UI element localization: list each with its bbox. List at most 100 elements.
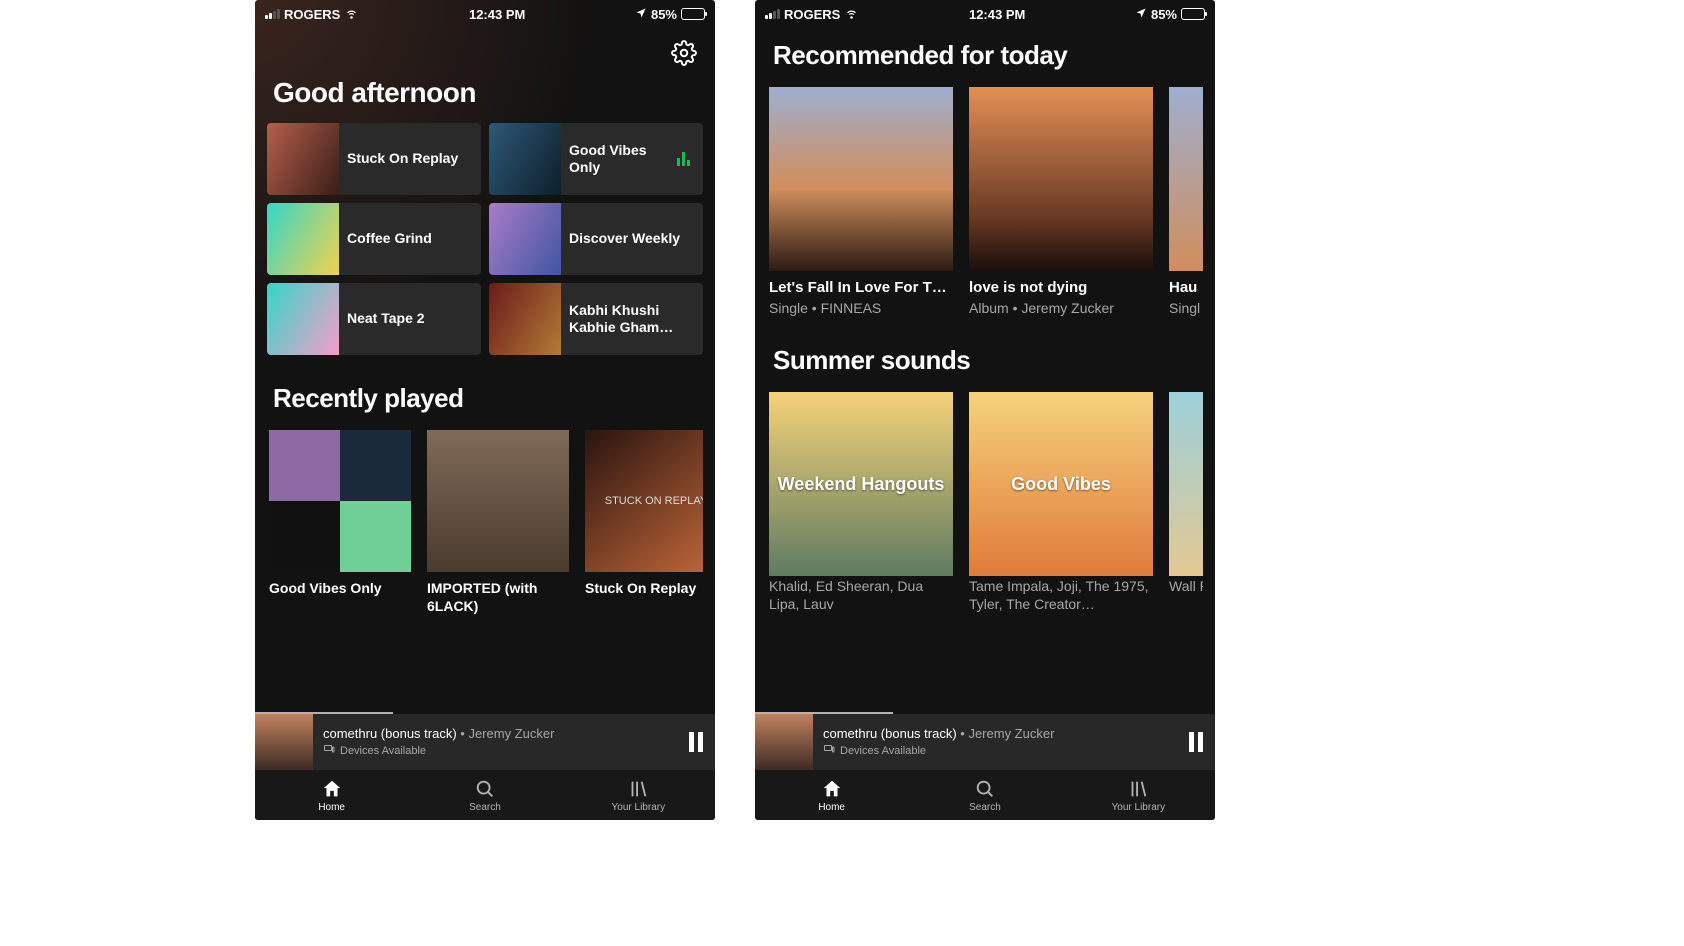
devices-label: Devices Available [840, 745, 926, 757]
album-art-icon [255, 713, 313, 771]
shortcut-label: Good Vibes Only [561, 142, 677, 177]
devices-icon [823, 743, 835, 758]
album-art-icon [755, 713, 813, 771]
shortcut-label: Coffee Grind [339, 230, 481, 248]
album-art-icon [269, 430, 411, 572]
devices-label: Devices Available [340, 745, 426, 757]
media-card[interactable]: Wall Pilot [1169, 392, 1203, 613]
phone-screen-right: ROGERS 12:43 PM 85% Recommended for toda… [755, 0, 1215, 820]
media-subtitle: Wall Pilot [1169, 578, 1203, 596]
media-card[interactable]: HauSingl [1169, 87, 1203, 317]
signal-icon [765, 9, 780, 19]
location-icon [635, 7, 647, 22]
media-subtitle: Single • FINNEAS [769, 300, 953, 318]
album-art-icon [489, 123, 561, 195]
recommended-row[interactable]: Let's Fall In Love For T…Single • FINNEA… [767, 87, 1203, 317]
battery-icon [681, 8, 705, 20]
shortcut-card[interactable]: Kabhi Khushi Kabhie Gham… [489, 283, 703, 355]
phone-screen-left: ROGERS 12:43 PM 85% Good afternoon Stuck… [255, 0, 715, 820]
tab-label: Home [818, 802, 845, 813]
media-card[interactable]: Let's Fall In Love For T…Single • FINNEA… [769, 87, 953, 317]
recommended-heading: Recommended for today [767, 28, 1203, 87]
tab-label: Your Library [1112, 802, 1166, 813]
album-art-icon [769, 87, 953, 271]
media-card[interactable]: Good Vibes Only [269, 430, 411, 615]
media-title: IMPORTED (with 6LACK) [427, 580, 569, 615]
carrier-label: ROGERS [784, 7, 840, 22]
media-card[interactable]: IMPORTED (with 6LACK) [427, 430, 569, 615]
progress-bar[interactable] [255, 712, 393, 714]
pause-button[interactable] [689, 732, 703, 752]
album-art-icon [489, 283, 561, 355]
tab-label: Home [318, 802, 345, 813]
shortcut-card[interactable]: Discover Weekly [489, 203, 703, 275]
shortcut-card[interactable]: Good Vibes Only [489, 123, 703, 195]
now-playing-indicator-icon [677, 152, 693, 166]
media-title: Good Vibes Only [269, 580, 411, 598]
media-title: love is not dying [969, 279, 1153, 298]
tab-home[interactable]: Home [755, 770, 908, 820]
tab-search[interactable]: Search [908, 770, 1061, 820]
album-art-icon [1169, 87, 1203, 271]
devices-icon [323, 743, 335, 758]
shortcut-card[interactable]: Coffee Grind [267, 203, 481, 275]
shortcut-label: Discover Weekly [561, 230, 703, 248]
tab-label: Search [469, 802, 501, 813]
shortcut-label: Stuck On Replay [339, 150, 481, 168]
media-card[interactable]: love is not dying Album • Jeremy Zucker [969, 87, 1153, 317]
recently-played-row[interactable]: Good Vibes Only IMPORTED (with 6LACK) ST… [267, 430, 703, 615]
media-card[interactable]: Good VibesTame Impala, Joji, The 1975, T… [969, 392, 1153, 613]
album-art-icon [489, 203, 561, 275]
now-playing-track: comethru (bonus track) [823, 726, 957, 741]
shortcut-label: Kabhi Khushi Kabhie Gham… [561, 302, 703, 337]
album-art-icon: Good Vibes [969, 392, 1153, 576]
summer-sounds-row[interactable]: Weekend HangoutsKhalid, Ed Sheeran, Dua … [767, 392, 1203, 613]
wifi-icon [844, 5, 859, 23]
now-playing-track: comethru (bonus track) [323, 726, 457, 741]
media-subtitle: Singl [1169, 300, 1203, 318]
signal-icon [265, 9, 280, 19]
recently-played-heading: Recently played [267, 355, 703, 430]
battery-percent: 85% [651, 7, 677, 22]
summer-sounds-heading: Summer sounds [767, 317, 1203, 392]
tab-library[interactable]: Your Library [562, 770, 715, 820]
battery-icon [1181, 8, 1205, 20]
pause-button[interactable] [1189, 732, 1203, 752]
media-subtitle: Tame Impala, Joji, The 1975, Tyler, The … [969, 578, 1153, 613]
tab-home[interactable]: Home [255, 770, 408, 820]
location-icon [1135, 7, 1147, 22]
shortcut-label: Neat Tape 2 [339, 310, 481, 328]
media-subtitle: Khalid, Ed Sheeran, Dua Lipa, Lauv [769, 578, 953, 613]
album-art-icon [267, 203, 339, 275]
media-card[interactable]: STUCK ON REPLAY Stuck On Replay [585, 430, 703, 615]
tab-bar: Home Search Your Library [755, 770, 1215, 820]
media-title: Stuck On Replay [585, 580, 703, 598]
shortcut-card[interactable]: Stuck On Replay [267, 123, 481, 195]
greeting-heading: Good afternoon [267, 71, 703, 123]
tab-bar: Home Search Your Library [255, 770, 715, 820]
album-art-icon [427, 430, 569, 572]
clock: 12:43 PM [859, 7, 1135, 22]
now-playing-bar[interactable]: comethru (bonus track) • Jeremy Zucker D… [755, 712, 1215, 770]
album-art-icon: STUCK ON REPLAY [585, 430, 703, 572]
status-bar: ROGERS 12:43 PM 85% [255, 0, 715, 28]
progress-bar[interactable] [755, 712, 893, 714]
shortcut-grid: Stuck On Replay Good Vibes Only Coffee G… [267, 123, 703, 355]
media-card[interactable]: Weekend HangoutsKhalid, Ed Sheeran, Dua … [769, 392, 953, 613]
clock: 12:43 PM [359, 7, 635, 22]
now-playing-bar[interactable]: comethru (bonus track) • Jeremy Zucker D… [255, 712, 715, 770]
shortcut-card[interactable]: Neat Tape 2 [267, 283, 481, 355]
album-art-icon [969, 87, 1153, 271]
tab-library[interactable]: Your Library [1062, 770, 1215, 820]
status-bar: ROGERS 12:43 PM 85% [755, 0, 1215, 28]
now-playing-artist: Jeremy Zucker [468, 726, 554, 741]
album-art-icon: Weekend Hangouts [769, 392, 953, 576]
now-playing-artist: Jeremy Zucker [968, 726, 1054, 741]
media-subtitle: Album • Jeremy Zucker [969, 300, 1153, 318]
wifi-icon [344, 5, 359, 23]
tab-search[interactable]: Search [408, 770, 561, 820]
album-art-icon [1169, 392, 1203, 576]
battery-percent: 85% [1151, 7, 1177, 22]
settings-icon[interactable] [671, 40, 697, 71]
tab-label: Search [969, 802, 1001, 813]
